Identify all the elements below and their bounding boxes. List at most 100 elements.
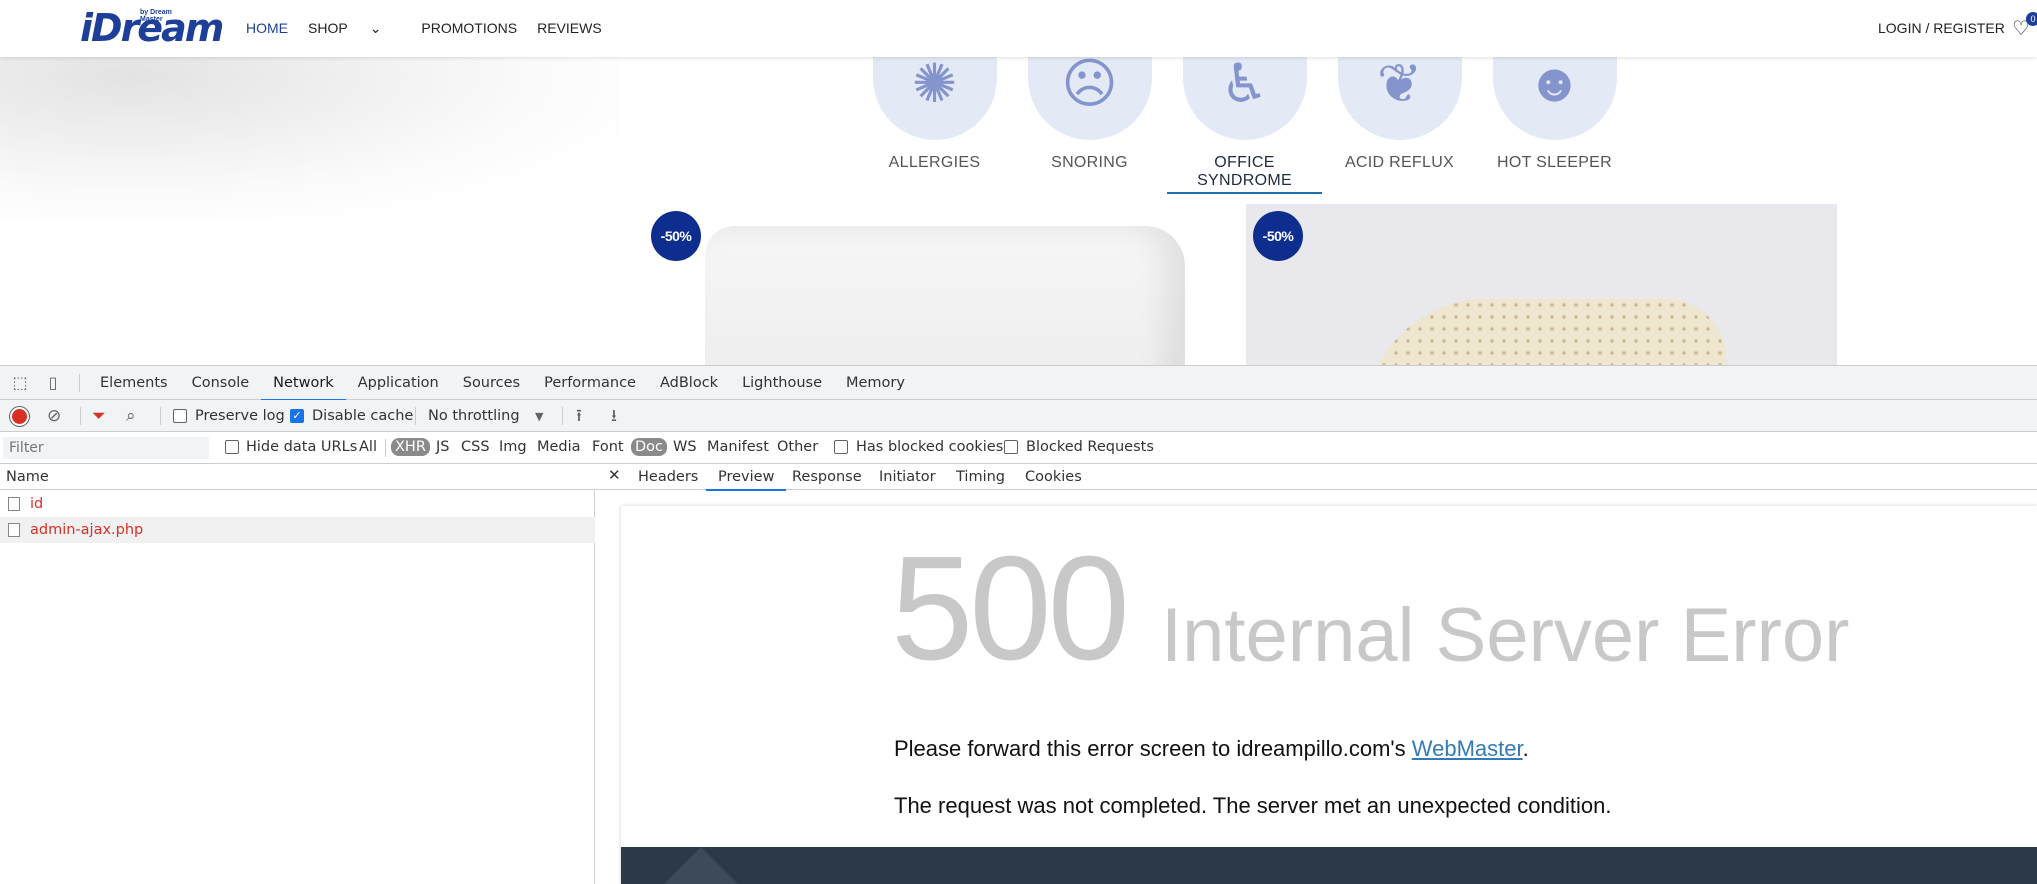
tab-memory[interactable]: Memory [834,366,917,400]
network-filterbar: Hide data URLs All XHR JS CSS Img Media … [0,432,2037,464]
tab-adblock[interactable]: AdBlock [648,366,730,400]
product-image [1366,299,1726,365]
webmaster-link[interactable]: WebMaster [1412,736,1523,761]
product-card-2[interactable] [1246,204,1837,365]
filter-type-js[interactable]: JS [432,438,453,456]
request-name: admin-ajax.php [30,522,144,538]
devtools-tabs: Elements Console Network Application Sou… [88,366,917,401]
divider [385,439,386,457]
filter-type-font[interactable]: Font [588,438,628,456]
logo-subtext: by Dream Master [140,9,172,23]
throttling-select[interactable]: No throttling [428,408,520,424]
divider [160,407,161,425]
request-name: id [30,496,44,512]
error-message-suffix: . [1522,736,1529,761]
fabric-background [0,40,620,220]
discount-badge: -50% [1253,211,1303,261]
request-list: Name id admin-ajax.php [0,464,595,884]
filter-type-all[interactable]: All [355,438,381,456]
filter-type-other[interactable]: Other [773,438,822,456]
response-preview: 500 Internal Server Error Please forward… [621,506,2037,884]
filter-type-img[interactable]: Img [495,438,531,456]
divider [80,407,81,425]
import-har-icon[interactable]: ⭱ [576,406,582,426]
site-logo[interactable]: iDream by Dream Master [80,6,224,50]
export-har-icon[interactable]: ⭳ [611,406,617,426]
tab-application[interactable]: Application [346,366,451,400]
devtools-panel: ⬚ ▯ Elements Console Network Application… [0,365,2037,884]
nav-promotions[interactable]: PROMOTIONS [421,20,517,37]
disable-cache-label: Disable cache [312,408,414,424]
error-page-footer [621,847,2037,884]
nav-home[interactable]: HOME [246,20,288,37]
category-label: SNORING [1051,154,1128,171]
error-message-prefix: Please forward this error screen to idre… [894,736,1412,761]
blocked-requests-checkbox[interactable] [1004,440,1018,454]
category-label: OFFICE SYNDROME [1167,154,1322,194]
preserve-log-checkbox[interactable] [173,409,187,423]
error-code: 500 [891,526,1130,691]
detail-tabs: ✕ Headers Preview Response Initiator Tim… [596,464,2037,491]
tab-preview[interactable]: Preview [705,464,788,491]
tab-initiator[interactable]: Initiator [879,464,936,490]
tab-performance[interactable]: Performance [532,366,648,400]
login-register-link[interactable]: LOGIN / REGISTER [1878,20,2005,36]
filter-type-media[interactable]: Media [533,438,585,456]
error-message: Please forward this error screen to idre… [894,736,1529,762]
category-label: HOT SLEEPER [1496,154,1613,171]
tab-elements[interactable]: Elements [88,366,180,400]
tab-network[interactable]: Network [261,366,346,401]
site-header: iDream by Dream Master HOME SHOP ⌄ PROMOT… [0,0,2037,57]
nav-reviews[interactable]: REVIEWS [537,20,602,37]
name-column-header[interactable]: Name [0,464,595,490]
tab-sources[interactable]: Sources [451,366,532,400]
footer-logo-mark [661,847,741,884]
document-icon [8,497,20,511]
blocked-requests-label: Blocked Requests [1026,439,1154,455]
filter-type-ws[interactable]: WS [669,438,701,456]
tab-cookies[interactable]: Cookies [1025,464,1082,490]
filter-type-manifest[interactable]: Manifest [703,438,773,456]
filter-type-doc[interactable]: Doc [631,438,668,456]
filter-input[interactable] [3,437,209,459]
hide-data-urls-checkbox[interactable] [225,440,239,454]
divider [415,407,416,425]
has-blocked-cookies-checkbox[interactable] [834,440,848,454]
table-row[interactable]: id [0,491,595,517]
preserve-log-label: Preserve log [195,408,285,424]
request-detail: ✕ Headers Preview Response Initiator Tim… [596,464,2037,884]
filter-icon[interactable]: ⏷ [92,406,106,426]
error-title: Internal Server Error [1161,593,1850,678]
tab-headers[interactable]: Headers [638,464,698,490]
tab-console[interactable]: Console [180,366,262,400]
divider [562,407,563,425]
tab-response[interactable]: Response [792,464,862,490]
filter-type-css[interactable]: CSS [457,438,494,456]
dropdown-arrow-icon: ▼ [535,410,544,423]
divider [79,374,80,392]
hide-data-urls-label: Hide data URLs [246,439,358,455]
close-icon[interactable]: ✕ [608,466,621,484]
tab-lighthouse[interactable]: Lighthouse [730,366,834,400]
discount-badge: -50% [651,211,701,261]
document-icon [8,523,20,537]
nav-shop[interactable]: SHOP ⌄ [308,20,401,37]
category-label: ACID REFLUX [1344,154,1455,171]
search-icon[interactable]: ⌕ [126,406,136,426]
category-label: ALLERGIES [888,154,981,171]
product-card-1[interactable] [650,204,1195,365]
inspect-element-icon[interactable]: ⬚ [9,372,31,394]
tab-timing[interactable]: Timing [956,464,1005,490]
product-image [705,226,1185,365]
devtools-tabbar: ⬚ ▯ Elements Console Network Application… [0,366,2037,401]
filter-type-xhr[interactable]: XHR [391,438,430,456]
has-blocked-cookies-label: Has blocked cookies [856,439,1004,455]
website-viewport: ✺ ALLERGIES ☹ SNORING ♿ OFFICE SYNDROME … [0,0,2037,365]
record-button[interactable] [12,409,27,424]
clear-icon[interactable]: ⊘ [47,406,61,426]
table-row[interactable]: admin-ajax.php [0,517,595,543]
nav-shop-label: SHOP [308,20,348,36]
disable-cache-checkbox[interactable]: ✓ [290,409,304,423]
network-toolbar: ⊘ ⏷ ⌕ Preserve log ✓ Disable cache No th… [0,400,2037,432]
device-toolbar-icon[interactable]: ▯ [42,372,64,394]
